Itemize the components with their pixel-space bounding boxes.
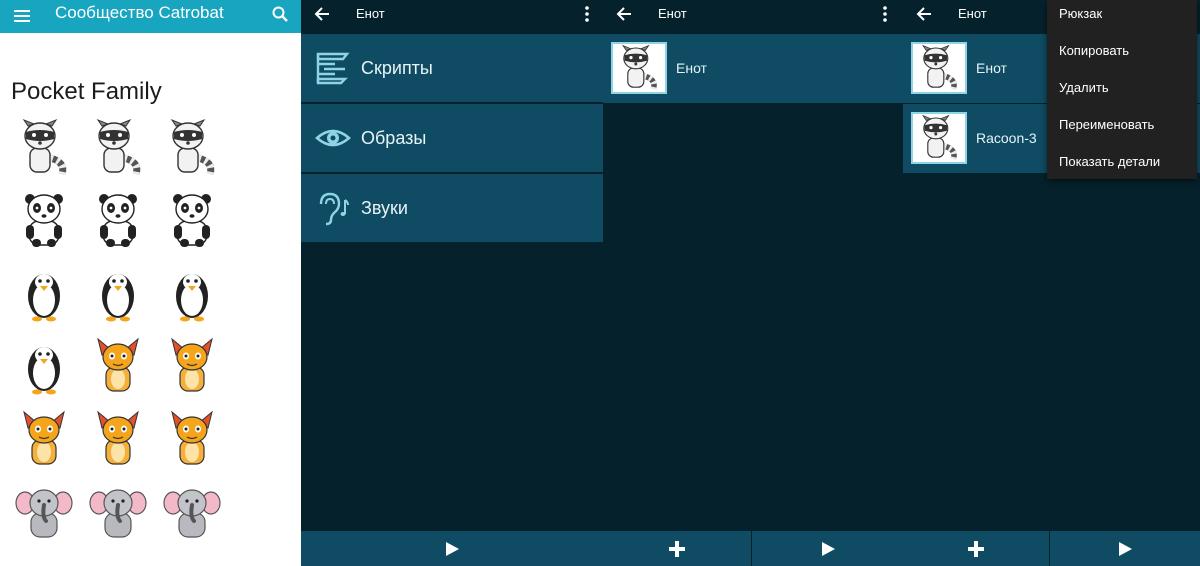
look-thumbnail [911, 112, 967, 164]
add-button[interactable] [903, 531, 1049, 566]
menu-item-show-details[interactable]: Показать детали [1059, 154, 1160, 169]
category-label: Звуки [361, 198, 408, 218]
back-arrow-icon[interactable] [313, 5, 331, 23]
category-looks[interactable]: Образы [301, 104, 603, 172]
play-button[interactable] [1050, 531, 1200, 566]
raccoon-character[interactable] [88, 118, 148, 178]
elephant-character[interactable] [162, 483, 222, 543]
play-button[interactable] [752, 531, 903, 566]
back-arrow-icon[interactable] [615, 5, 633, 23]
look-thumbnail [911, 42, 967, 94]
look-thumbnail [611, 42, 667, 94]
menu-item-delete[interactable]: Удалить [1059, 80, 1109, 95]
object-panel: Енот Скрипты Образы Звуки [301, 0, 603, 566]
eye-icon [315, 129, 351, 147]
more-vert-icon[interactable] [882, 5, 888, 23]
plus-icon [669, 540, 685, 557]
scripts-icon [316, 52, 350, 85]
fox-character[interactable] [14, 410, 74, 470]
looks-panel: Енот Енот [603, 0, 903, 566]
raccoon-character[interactable] [162, 118, 222, 178]
penguin-character[interactable] [88, 264, 148, 324]
play-icon [446, 541, 459, 556]
elephant-character[interactable] [14, 483, 74, 543]
penguin-character[interactable] [14, 337, 74, 397]
appbar-title: Енот [958, 6, 987, 21]
category-label: Образы [361, 128, 427, 148]
toolbar-title: Сообщество Catrobat [55, 3, 224, 22]
elephant-character[interactable] [88, 483, 148, 543]
object-appbar: Енот [301, 0, 603, 33]
bottom-bar [301, 531, 603, 566]
panda-character[interactable] [88, 191, 148, 251]
menu-item-rename[interactable]: Переименовать [1059, 117, 1154, 132]
search-icon[interactable] [271, 5, 289, 23]
panda-character[interactable] [162, 191, 222, 251]
appbar-title: Енот [356, 6, 385, 21]
back-arrow-icon[interactable] [915, 5, 933, 23]
fox-character[interactable] [88, 410, 148, 470]
look-item[interactable]: Енот [603, 34, 903, 103]
look-label: Racoon-3 [976, 130, 1037, 146]
fox-character[interactable] [162, 410, 222, 470]
community-panel: Сообщество Catrobat Pocket Family [0, 0, 301, 566]
fox-character[interactable] [162, 337, 222, 397]
play-icon [1119, 541, 1132, 556]
hamburger-menu-icon[interactable] [12, 6, 32, 26]
play-button[interactable] [301, 531, 603, 566]
section-title: Pocket Family [11, 78, 162, 105]
appbar-title: Енот [658, 6, 687, 21]
look-label: Енот [676, 60, 707, 76]
community-toolbar: Сообщество Catrobat [0, 0, 301, 33]
look-label: Енот [976, 60, 1007, 76]
looks-panel-context: Енот Енот Racoon-3 Рюкзак Копировать Уда… [903, 0, 1200, 566]
penguin-character[interactable] [14, 264, 74, 324]
category-sounds[interactable]: Звуки [301, 174, 603, 242]
panda-character[interactable] [14, 191, 74, 251]
fox-character[interactable] [88, 337, 148, 397]
raccoon-character[interactable] [14, 118, 74, 178]
menu-item-copy[interactable]: Копировать [1059, 43, 1129, 58]
bottom-bar [603, 531, 903, 566]
ear-music-icon [319, 192, 349, 226]
penguin-character[interactable] [162, 264, 222, 324]
looks-appbar: Енот [603, 0, 903, 33]
more-vert-icon[interactable] [584, 5, 590, 23]
play-icon [821, 541, 835, 556]
menu-item-backpack[interactable]: Рюкзак [1059, 6, 1102, 21]
category-scripts[interactable]: Скрипты [301, 34, 603, 102]
add-button[interactable] [603, 531, 751, 566]
category-label: Скрипты [361, 58, 433, 78]
bottom-bar [903, 531, 1200, 566]
context-menu: Рюкзак Копировать Удалить Переименовать … [1047, 0, 1197, 179]
plus-icon [968, 540, 984, 557]
